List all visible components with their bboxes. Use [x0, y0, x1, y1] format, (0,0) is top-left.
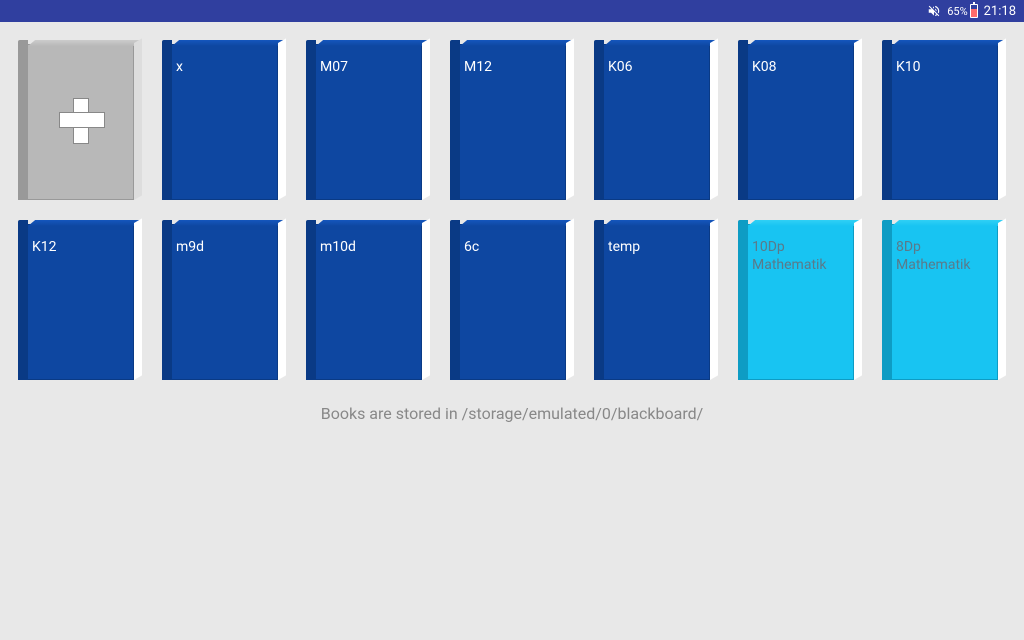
book-pages: [710, 218, 718, 380]
book-top: [28, 220, 141, 226]
storage-path-text: Books are stored in /storage/emulated/0/…: [10, 404, 1014, 423]
book-top: [604, 220, 717, 226]
book-top: [460, 220, 573, 226]
book-pages: [854, 218, 862, 380]
book-pages: [422, 218, 430, 380]
book-item[interactable]: M12: [450, 40, 576, 200]
book-item[interactable]: x: [162, 40, 288, 200]
book-label: K08: [752, 58, 848, 76]
book-label: K10: [896, 58, 992, 76]
book-item[interactable]: 8Dp Mathematik: [882, 220, 1008, 380]
add-book-top: [28, 40, 141, 46]
book-pages: [134, 218, 142, 380]
book-spine: [450, 220, 460, 380]
book-spine: [306, 40, 316, 200]
book-item[interactable]: m10d: [306, 220, 432, 380]
book-label: M07: [320, 58, 416, 76]
status-bar: 65% 21:18: [0, 0, 1024, 22]
book-label: K06: [608, 58, 704, 76]
book-item[interactable]: 6c: [450, 220, 576, 380]
book-spine: [882, 40, 892, 200]
book-pages: [278, 218, 286, 380]
book-label: M12: [464, 58, 560, 76]
book-item[interactable]: m9d: [162, 220, 288, 380]
book-top: [316, 40, 429, 46]
battery-icon: [970, 4, 978, 18]
book-pages: [998, 38, 1006, 200]
book-spine: [306, 220, 316, 380]
book-spine: [18, 220, 28, 380]
book-item[interactable]: temp: [594, 220, 720, 380]
book-pages: [998, 218, 1006, 380]
book-label: 10Dp Mathematik: [752, 238, 848, 274]
add-book-spine: [18, 40, 28, 200]
battery-percentage: 65%: [947, 5, 967, 18]
book-pages: [710, 38, 718, 200]
book-pages: [278, 38, 286, 200]
book-item[interactable]: K08: [738, 40, 864, 200]
book-top: [172, 40, 285, 46]
book-spine: [450, 40, 460, 200]
book-top: [892, 40, 1005, 46]
book-spine: [738, 40, 748, 200]
book-item[interactable]: 10Dp Mathematik: [738, 220, 864, 380]
book-pages: [566, 38, 574, 200]
book-pages: [854, 38, 862, 200]
book-top: [748, 220, 861, 226]
book-top: [316, 220, 429, 226]
book-item[interactable]: K12: [18, 220, 144, 380]
book-spine: [738, 220, 748, 380]
add-book-button[interactable]: [18, 40, 144, 200]
add-book-pages: [134, 38, 142, 200]
plus-icon: [59, 98, 103, 142]
book-label: x: [176, 58, 272, 76]
book-item[interactable]: K10: [882, 40, 1008, 200]
book-label: 6c: [464, 238, 560, 256]
book-spine: [594, 220, 604, 380]
books-grid: x M07 M12 K06 K08 K10 K12 m9d m10d 6c temp 10Dp Mat…: [10, 40, 1014, 380]
book-label: temp: [608, 238, 704, 256]
book-top: [604, 40, 717, 46]
book-top: [460, 40, 573, 46]
book-label: 8Dp Mathematik: [896, 238, 992, 274]
book-label: m10d: [320, 238, 416, 256]
content-area: x M07 M12 K06 K08 K10 K12 m9d m10d 6c temp 10Dp Mat…: [0, 22, 1024, 433]
clock: 21:18: [984, 4, 1016, 19]
book-item[interactable]: K06: [594, 40, 720, 200]
book-top: [892, 220, 1005, 226]
book-top: [748, 40, 861, 46]
book-spine: [594, 40, 604, 200]
book-spine: [162, 40, 172, 200]
book-label: K12: [32, 238, 128, 256]
book-item[interactable]: M07: [306, 40, 432, 200]
mute-icon: [927, 4, 941, 18]
book-spine: [162, 220, 172, 380]
book-label: m9d: [176, 238, 272, 256]
battery-indicator: 65%: [947, 4, 977, 18]
book-spine: [882, 220, 892, 380]
book-pages: [422, 38, 430, 200]
book-top: [172, 220, 285, 226]
book-pages: [566, 218, 574, 380]
